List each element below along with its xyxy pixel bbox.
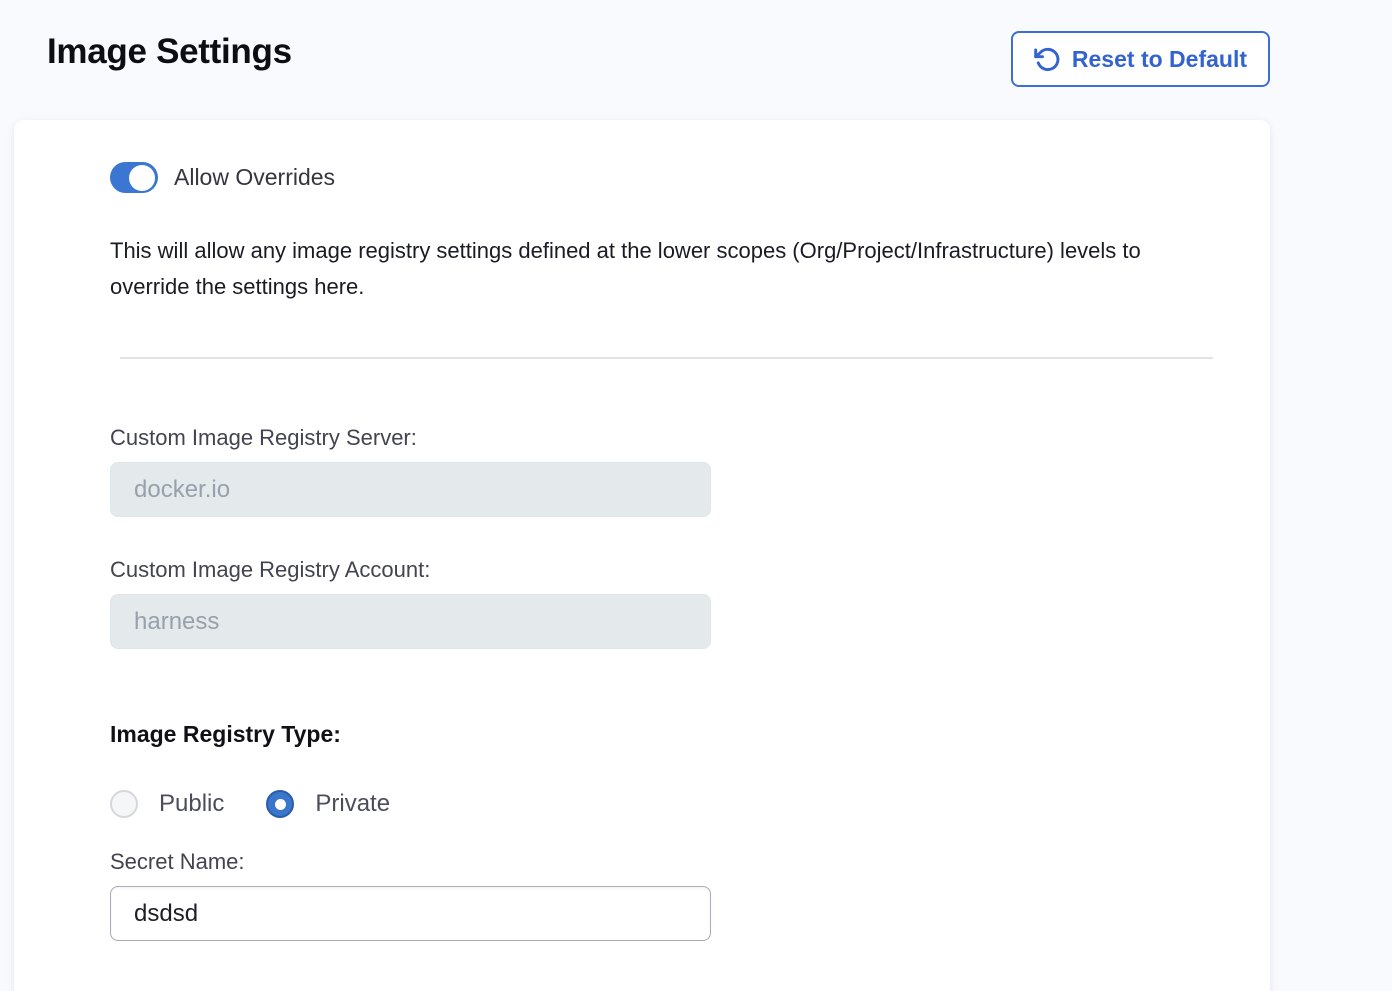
allow-overrides-row: Allow Overrides <box>110 162 1220 193</box>
page-header: Image Settings Reset to Default <box>0 0 1392 87</box>
reset-to-default-button[interactable]: Reset to Default <box>1011 31 1270 87</box>
radio-option-public[interactable]: Public <box>110 790 224 818</box>
section-divider <box>120 357 1213 359</box>
secret-name-input[interactable] <box>110 886 711 941</box>
registry-type-section: Image Registry Type: Public Private <box>110 721 1220 818</box>
allow-overrides-label: Allow Overrides <box>174 164 335 191</box>
registry-type-options: Public Private <box>110 790 1220 818</box>
image-settings-page: Image Settings Reset to Default Allow Ov… <box>0 0 1392 991</box>
radio-selected-icon <box>266 790 294 818</box>
radio-option-private[interactable]: Private <box>266 790 390 818</box>
reset-ccw-icon <box>1034 46 1061 73</box>
registry-server-field: Custom Image Registry Server: <box>110 425 1220 517</box>
secret-name-field: Secret Name: <box>110 849 1220 941</box>
secret-name-label: Secret Name: <box>110 849 1220 875</box>
reset-button-label: Reset to Default <box>1072 46 1247 73</box>
radio-unselected-icon <box>110 790 138 818</box>
registry-account-input[interactable] <box>110 594 711 649</box>
settings-card: Allow Overrides This will allow any imag… <box>14 120 1270 991</box>
registry-account-field: Custom Image Registry Account: <box>110 557 1220 649</box>
page-title: Image Settings <box>47 28 292 76</box>
toggle-knob-icon <box>129 165 155 191</box>
registry-server-label: Custom Image Registry Server: <box>110 425 1220 451</box>
allow-overrides-toggle[interactable] <box>110 162 158 193</box>
registry-type-label: Image Registry Type: <box>110 721 1220 748</box>
override-description: This will allow any image registry setti… <box>110 233 1225 305</box>
radio-public-label: Public <box>159 790 224 818</box>
radio-private-label: Private <box>315 790 390 818</box>
registry-server-input[interactable] <box>110 462 711 517</box>
registry-account-label: Custom Image Registry Account: <box>110 557 1220 583</box>
